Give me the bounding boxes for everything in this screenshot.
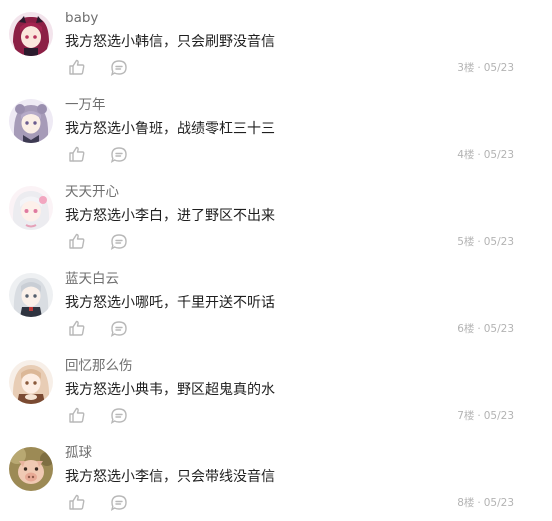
comment-item: 回忆那么伤 我方怒选小典韦，野区超鬼真的水 7楼 · 05/23 xyxy=(0,354,552,441)
avatar[interactable] xyxy=(9,447,53,491)
floor-number: 4楼 xyxy=(457,149,475,161)
comment-text: 我方怒选小哪吒，千里开送不听话 xyxy=(65,295,275,311)
comment-date: 05/23 xyxy=(483,410,514,422)
meta-separator: · xyxy=(477,149,481,161)
thumbs-up-icon xyxy=(69,59,85,75)
thumbs-up-icon xyxy=(69,146,85,162)
comment-date: 05/23 xyxy=(483,497,514,509)
comment-date: 05/23 xyxy=(483,62,514,74)
comment-bubble-icon xyxy=(110,60,127,76)
like-button[interactable] xyxy=(68,232,86,250)
reply-button[interactable] xyxy=(110,146,128,164)
comment-text: 我方怒选小鲁班，战绩零杠三十三 xyxy=(65,121,275,137)
like-button[interactable] xyxy=(68,493,86,511)
username[interactable]: 孤球 xyxy=(65,443,92,463)
comment-list: baby 我方怒选小韩信，只会刷野没音信 3楼 · 05/23 一万年 我方怒选… xyxy=(0,0,552,521)
comment-meta: 8楼 · 05/23 xyxy=(457,495,514,511)
comment-text: 我方怒选小韩信，只会刷野没音信 xyxy=(65,34,275,50)
comment-meta: 6楼 · 05/23 xyxy=(457,321,514,337)
meta-separator: · xyxy=(477,410,481,422)
floor-number: 8楼 xyxy=(457,497,475,509)
thumbs-up-icon xyxy=(69,320,85,336)
floor-number: 6楼 xyxy=(457,323,475,335)
comment-meta: 3楼 · 05/23 xyxy=(457,60,514,76)
avatar[interactable] xyxy=(9,186,53,230)
comment-text: 我方怒选小李信，只会带线没音信 xyxy=(65,469,275,485)
floor-number: 7楼 xyxy=(457,410,475,422)
username[interactable]: 一万年 xyxy=(65,95,106,115)
comment-date: 05/23 xyxy=(483,149,514,161)
comment-bubble-icon xyxy=(110,147,127,163)
avatar[interactable] xyxy=(9,273,53,317)
thumbs-up-icon xyxy=(69,407,85,423)
comment-item: 一万年 我方怒选小鲁班，战绩零杠三十三 4楼 · 05/23 xyxy=(0,93,552,180)
reply-button[interactable] xyxy=(110,494,128,512)
meta-separator: · xyxy=(477,323,481,335)
avatar[interactable] xyxy=(9,360,53,404)
meta-separator: · xyxy=(477,62,481,74)
like-button[interactable] xyxy=(68,58,86,76)
like-button[interactable] xyxy=(68,319,86,337)
username[interactable]: 天天开心 xyxy=(65,182,119,202)
comment-date: 05/23 xyxy=(483,323,514,335)
reply-button[interactable] xyxy=(110,320,128,338)
comment-item: 天天开心 我方怒选小李白，进了野区不出来 5楼 · 05/23 xyxy=(0,180,552,267)
floor-number: 3楼 xyxy=(457,62,475,74)
comment-item: baby 我方怒选小韩信，只会刷野没音信 3楼 · 05/23 xyxy=(0,6,552,93)
reply-button[interactable] xyxy=(110,407,128,425)
thumbs-up-icon xyxy=(69,494,85,510)
comment-meta: 5楼 · 05/23 xyxy=(457,234,514,250)
comment-item: 孤球 我方怒选小李信，只会带线没音信 8楼 · 05/23 xyxy=(0,441,552,521)
comment-meta: 4楼 · 05/23 xyxy=(457,147,514,163)
reply-button[interactable] xyxy=(110,233,128,251)
comment-bubble-icon xyxy=(110,408,127,424)
comment-bubble-icon xyxy=(110,321,127,337)
meta-separator: · xyxy=(477,497,481,509)
comment-text: 我方怒选小典韦，野区超鬼真的水 xyxy=(65,382,275,398)
comment-date: 05/23 xyxy=(483,236,514,248)
avatar[interactable] xyxy=(9,99,53,143)
username[interactable]: 蓝天白云 xyxy=(65,269,119,289)
comment-text: 我方怒选小李白，进了野区不出来 xyxy=(65,208,275,224)
reply-button[interactable] xyxy=(110,59,128,77)
thumbs-up-icon xyxy=(69,233,85,249)
floor-number: 5楼 xyxy=(457,236,475,248)
avatar[interactable] xyxy=(9,12,53,56)
username[interactable]: baby xyxy=(65,8,98,28)
comment-bubble-icon xyxy=(110,234,127,250)
like-button[interactable] xyxy=(68,406,86,424)
comment-meta: 7楼 · 05/23 xyxy=(457,408,514,424)
like-button[interactable] xyxy=(68,145,86,163)
comment-item: 蓝天白云 我方怒选小哪吒，千里开送不听话 6楼 · 05/23 xyxy=(0,267,552,354)
comment-bubble-icon xyxy=(110,495,127,511)
username[interactable]: 回忆那么伤 xyxy=(65,356,133,376)
meta-separator: · xyxy=(477,236,481,248)
